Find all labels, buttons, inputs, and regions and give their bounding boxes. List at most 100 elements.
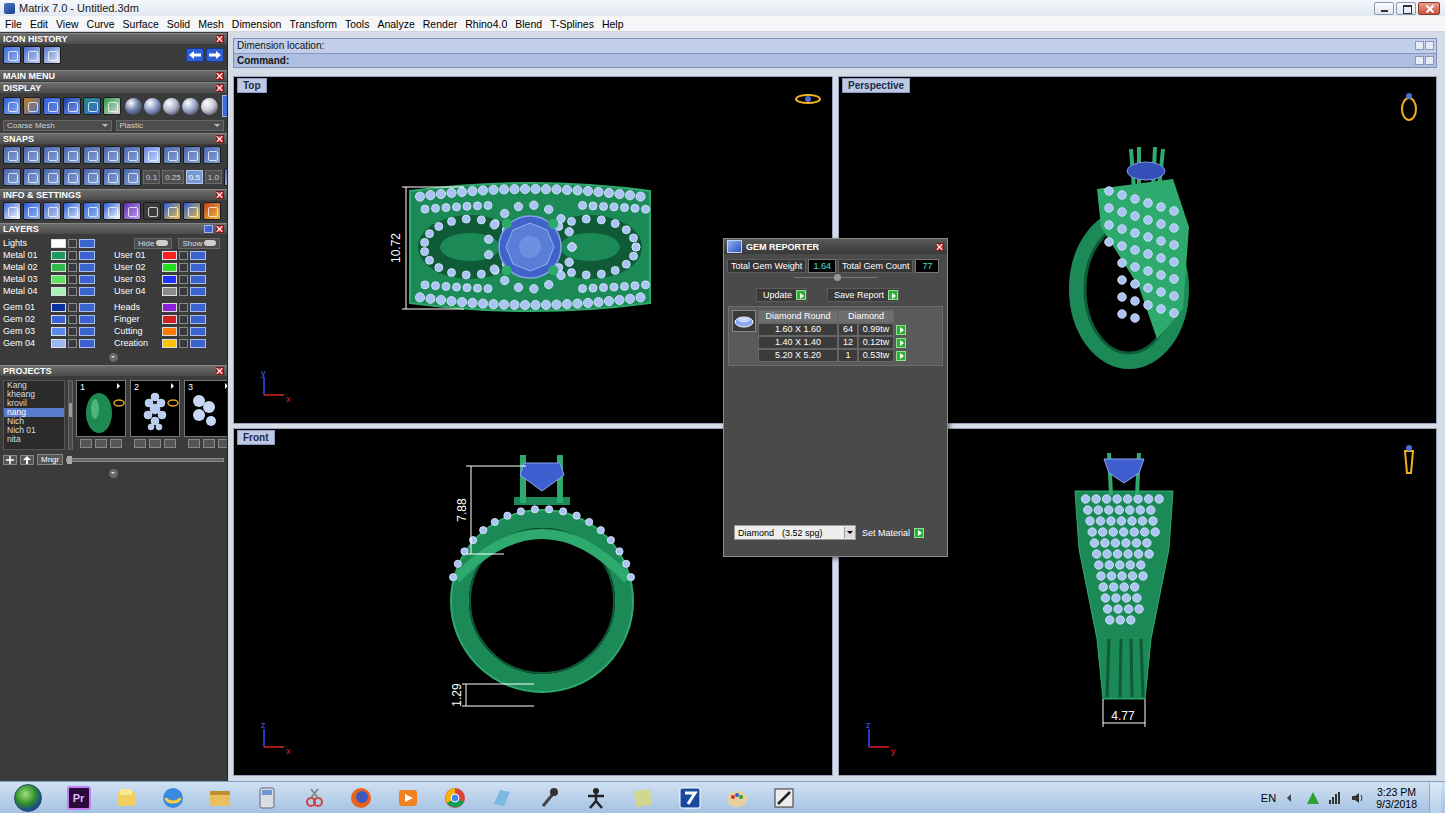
show-desktop-button[interactable] — [1429, 783, 1441, 813]
tool-icon[interactable] — [43, 202, 61, 220]
close-icon[interactable] — [216, 225, 224, 233]
tool-icon[interactable] — [23, 46, 41, 64]
move-up-button[interactable] — [20, 455, 34, 465]
prev-icon[interactable] — [1415, 56, 1424, 65]
menu-item[interactable]: Solid — [167, 18, 190, 30]
show-button[interactable]: Show — [178, 238, 220, 249]
visibility-icon[interactable] — [190, 263, 206, 272]
layer-item[interactable]: Lights — [3, 238, 108, 248]
layer-color-swatch[interactable] — [51, 315, 66, 324]
snap-step[interactable]: 1.0 — [205, 170, 222, 184]
weight-slider[interactable] — [794, 277, 877, 284]
taskbar-app[interactable] — [384, 783, 431, 813]
section-header[interactable]: INFO & SETTINGS — [0, 189, 227, 200]
tool-icon[interactable] — [23, 202, 41, 220]
visibility-icon[interactable] — [79, 263, 95, 272]
view-cube-icon[interactable] — [796, 95, 820, 103]
taskbar-app[interactable] — [102, 783, 149, 813]
tool-icon[interactable] — [163, 202, 181, 220]
dropdown-arrow-icon[interactable] — [844, 527, 855, 538]
windows-orb-icon[interactable] — [14, 784, 42, 812]
project-thumbnail[interactable]: 1 — [76, 380, 126, 450]
visibility-icon[interactable] — [190, 275, 206, 284]
tool-icon[interactable] — [43, 46, 61, 64]
taskbar-app[interactable] — [760, 783, 807, 813]
tool-icon[interactable] — [103, 168, 121, 186]
add-icon[interactable] — [80, 439, 92, 448]
viewport-label[interactable]: Front — [237, 430, 275, 445]
layer-item[interactable]: Gem 03 — [3, 326, 108, 336]
layer-item[interactable]: Finger — [114, 314, 219, 324]
tool-icon[interactable] — [23, 168, 41, 186]
add-icon[interactable] — [188, 439, 200, 448]
language-indicator[interactable]: EN — [1261, 792, 1276, 804]
lock-icon[interactable] — [68, 275, 77, 284]
visibility-icon[interactable] — [190, 251, 206, 260]
lock-icon[interactable] — [179, 315, 188, 324]
project-thumbnail[interactable]: 3 — [184, 380, 228, 450]
visibility-icon[interactable] — [79, 251, 95, 260]
view-cube-icon[interactable] — [1402, 93, 1416, 120]
menu-item[interactable]: T-Splines — [550, 18, 594, 30]
tool-icon[interactable] — [63, 97, 81, 115]
taskbar-app[interactable] — [478, 783, 525, 813]
layer-color-swatch[interactable] — [162, 287, 177, 296]
lock-icon[interactable] — [179, 263, 188, 272]
material-sphere-icon[interactable] — [125, 98, 142, 115]
start-button[interactable] — [0, 784, 55, 812]
tool-icon[interactable] — [3, 146, 21, 164]
material-sphere-icon[interactable] — [144, 98, 161, 115]
layer-item[interactable]: Heads — [114, 302, 219, 312]
snap-step[interactable]: 0.1 — [143, 170, 160, 184]
menu-item[interactable]: Analyze — [377, 18, 414, 30]
layer-color-swatch[interactable] — [162, 251, 177, 260]
material-dropdown[interactable]: Plastic — [116, 120, 225, 131]
layer-item[interactable]: User 04 — [114, 286, 219, 296]
layers-menu-button[interactable] — [204, 225, 213, 233]
section-header[interactable]: SNAPS — [0, 133, 227, 144]
add-project-button[interactable] — [3, 455, 17, 465]
close-icon[interactable] — [216, 35, 224, 43]
menu-item[interactable]: View — [56, 18, 79, 30]
delete-icon[interactable] — [110, 439, 122, 448]
thumbnail-image[interactable]: 3 — [184, 380, 228, 437]
go-arrow-icon[interactable] — [914, 528, 924, 538]
menu-item[interactable]: Blend — [515, 18, 542, 30]
add-icon[interactable] — [134, 439, 146, 448]
layer-item[interactable]: Metal 04 — [3, 286, 108, 296]
layer-item[interactable]: Gem 01 — [3, 302, 108, 312]
layer-color-swatch[interactable] — [51, 251, 66, 260]
close-icon[interactable] — [216, 135, 224, 143]
lock-icon[interactable] — [179, 251, 188, 260]
menu-item[interactable]: Rhino4.0 — [465, 18, 507, 30]
close-icon[interactable] — [216, 191, 224, 199]
menu-item[interactable]: Help — [602, 18, 624, 30]
section-header[interactable]: DISPLAY — [0, 82, 227, 93]
expand-arrow-icon[interactable] — [109, 353, 118, 362]
thumbnail-menu-icon[interactable] — [117, 383, 123, 389]
section-header[interactable]: LAYERS — [0, 223, 227, 234]
tool-icon[interactable] — [3, 202, 21, 220]
tool-icon[interactable] — [3, 168, 21, 186]
manager-button[interactable]: Mngr — [37, 454, 63, 465]
snap-step[interactable]: 0.25 — [162, 170, 184, 184]
menu-item[interactable]: File — [5, 18, 22, 30]
project-item[interactable]: nang — [4, 408, 64, 417]
dialog-title-bar[interactable]: GEM REPORTER — [724, 239, 947, 254]
taskbar-app[interactable]: Pr — [55, 783, 102, 813]
tool-icon[interactable] — [43, 168, 61, 186]
taskbar-app[interactable] — [149, 783, 196, 813]
menu-item[interactable]: Tools — [345, 18, 370, 30]
menu-item[interactable]: Render — [423, 18, 457, 30]
layer-item[interactable]: Metal 02 — [3, 262, 108, 272]
layer-color-swatch[interactable] — [162, 263, 177, 272]
project-item[interactable]: kheang — [4, 390, 64, 399]
lock-icon[interactable] — [68, 287, 77, 296]
lock-icon[interactable] — [68, 303, 77, 312]
close-button[interactable] — [1418, 2, 1440, 15]
tool-icon[interactable] — [163, 146, 181, 164]
lock-icon[interactable] — [179, 303, 188, 312]
project-item[interactable]: Kang — [4, 381, 64, 390]
tool-icon[interactable] — [83, 146, 101, 164]
layer-color-swatch[interactable] — [162, 275, 177, 284]
